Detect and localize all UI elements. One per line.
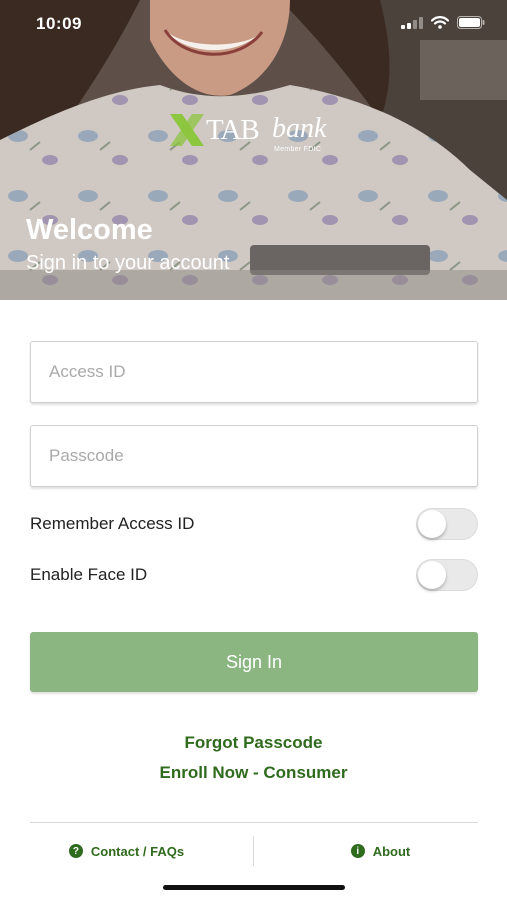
contact-faqs-label: Contact / FAQs	[90, 843, 185, 859]
status-time: 10:09	[36, 14, 82, 33]
about-button[interactable]: i About	[254, 836, 507, 866]
hero-banner: 10:09 TAB bank Member FDIC Welcome Sign …	[0, 0, 507, 300]
contact-faqs-button[interactable]: ? Contact / FAQs	[0, 836, 253, 866]
info-icon: i	[350, 844, 365, 858]
welcome-subtitle: Sign in to your account	[26, 252, 230, 274]
face-id-label: Enable Face ID	[30, 565, 148, 584]
battery-icon	[457, 16, 485, 29]
face-id-row: Enable Face ID	[30, 559, 478, 593]
forgot-passcode-link[interactable]: Forgot Passcode	[0, 733, 507, 753]
divider	[30, 822, 478, 823]
member-fdic-text: Member FDIC	[274, 146, 322, 153]
remember-access-id-row: Remember Access ID	[30, 508, 478, 542]
wifi-icon	[431, 16, 449, 29]
toggle-knob	[418, 561, 446, 589]
face-id-toggle[interactable]	[416, 559, 478, 591]
enroll-now-link[interactable]: Enroll Now - Consumer	[0, 763, 507, 783]
welcome-title: Welcome	[26, 214, 153, 246]
sign-in-button[interactable]: Sign In	[30, 632, 478, 692]
logo-x-mark-icon	[170, 114, 204, 146]
access-id-input[interactable]	[31, 342, 477, 402]
cellular-signal-icon	[401, 16, 423, 29]
status-bar: 10:09	[0, 0, 507, 50]
about-label: About	[372, 843, 411, 859]
tab-bank-logo: TAB bank Member FDIC	[168, 110, 338, 158]
bottom-bar: ? Contact / FAQs i About	[0, 836, 507, 868]
remember-access-id-toggle[interactable]	[416, 508, 478, 540]
passcode-input[interactable]	[31, 426, 477, 486]
toggle-knob	[418, 510, 446, 538]
access-id-field[interactable]	[30, 341, 478, 403]
passcode-field[interactable]	[30, 425, 478, 487]
remember-access-id-label: Remember Access ID	[30, 514, 195, 533]
home-indicator[interactable]	[163, 885, 345, 890]
status-icons	[401, 16, 485, 29]
logo-tab-text: TAB	[206, 114, 260, 146]
logo-bank-text: bank	[272, 113, 327, 144]
help-question-icon: ?	[68, 844, 83, 858]
